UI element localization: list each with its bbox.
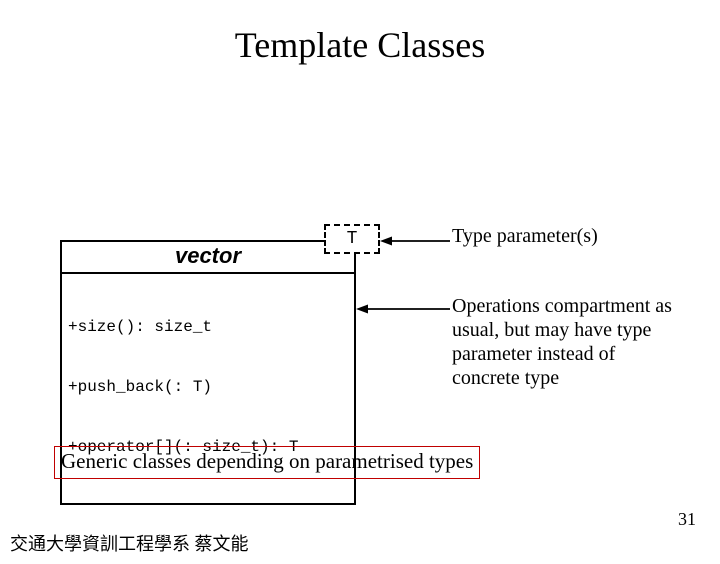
slide-title: Template Classes <box>0 24 720 66</box>
page-number: 31 <box>678 509 696 530</box>
footer-text: 交通大學資訓工程學系 蔡文能 <box>10 530 249 556</box>
uml-diagram: vector +size(): size_t +push_back(: T) +… <box>60 224 660 404</box>
annotation-operations: Operations compartment as usual, but may… <box>452 294 682 390</box>
uml-operation: +size(): size_t <box>68 317 348 337</box>
generic-note-box: Generic classes depending on parametrise… <box>54 446 480 479</box>
uml-class-name: vector <box>62 242 354 274</box>
uml-template-parameter: T <box>324 224 380 254</box>
arrow-icon <box>380 236 452 246</box>
arrow-icon <box>356 304 452 314</box>
annotation-type-parameter: Type parameter(s) <box>452 224 598 248</box>
uml-operation: +push_back(: T) <box>68 377 348 397</box>
